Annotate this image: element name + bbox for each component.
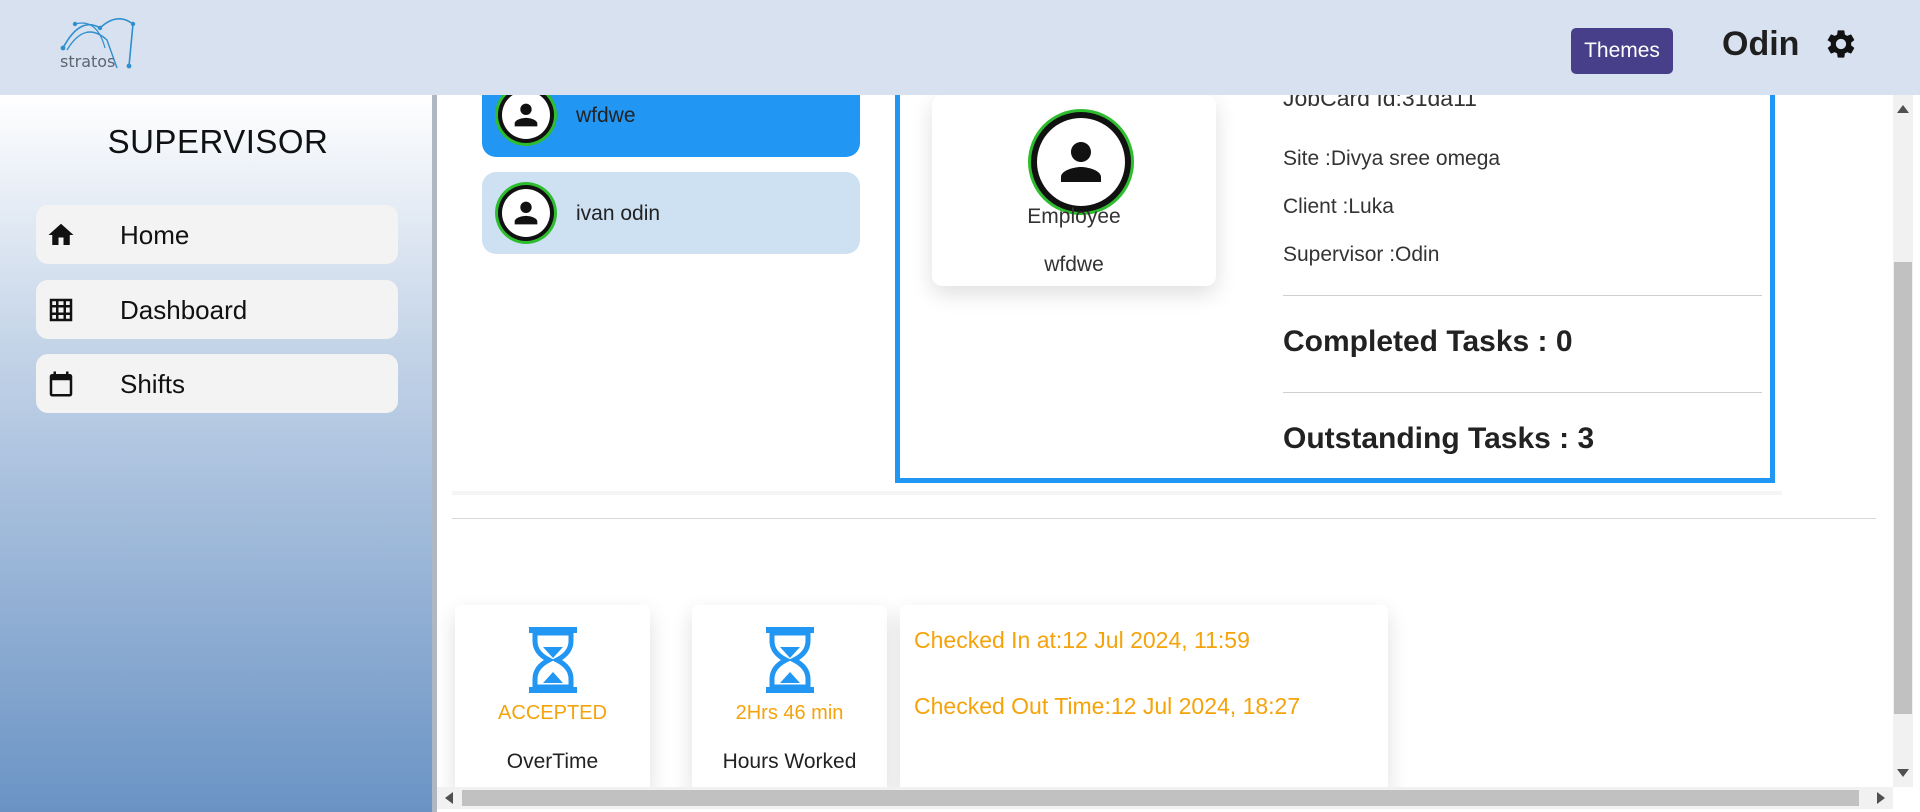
divider	[1283, 295, 1762, 296]
scroll-down-icon[interactable]	[1897, 769, 1909, 777]
checked-in-text: Checked In at:12 Jul 2024, 11:59	[914, 627, 1250, 653]
horizontal-scrollbar[interactable]	[437, 787, 1893, 809]
hourglass-icon	[766, 627, 814, 693]
sidebar-item-shifts[interactable]: Shifts	[36, 354, 398, 413]
employee-card-active[interactable]: wfdwe	[482, 95, 860, 157]
person-icon	[514, 201, 538, 225]
calendar-icon	[49, 371, 73, 397]
sidebar-item-label: Shifts	[120, 369, 186, 399]
completed-tasks: Completed Tasks : 0	[1283, 325, 1573, 358]
sidebar-item-home[interactable]: Home	[36, 205, 398, 264]
hours-worked-card: 2Hrs 46 min Hours Worked	[692, 605, 887, 787]
person-icon	[514, 103, 538, 127]
sidebar-item-label: Home	[120, 220, 190, 250]
home-icon	[48, 223, 74, 245]
overtime-label: OverTime	[506, 750, 599, 773]
jobcard-panel: wfdwe ivan odin Employee wfdwe JobCard I…	[452, 95, 1782, 495]
site-text: Site :Divya sree omega	[1283, 147, 1501, 170]
hourglass-icon	[529, 627, 577, 693]
client-text: Client :Luka	[1283, 195, 1394, 218]
logo-text: stratos	[60, 52, 116, 71]
sidebar-item-dashboard[interactable]: Dashboard	[36, 280, 398, 339]
employee-name: ivan odin	[576, 202, 661, 225]
avatar	[1031, 112, 1131, 212]
person-icon	[1061, 142, 1101, 182]
divider	[1283, 392, 1762, 393]
overtime-status: ACCEPTED	[498, 702, 607, 724]
top-header: stratos Themes Odin	[0, 0, 1920, 95]
grid-icon	[49, 298, 73, 322]
hours-worked-value: 2Hrs 46 min	[735, 702, 844, 724]
avatar	[498, 95, 554, 143]
gear-icon[interactable]	[1824, 27, 1858, 61]
employee-name: wfdwe	[576, 104, 636, 127]
scroll-up-icon[interactable]	[1897, 105, 1909, 113]
checked-out-text: Checked Out Time:12 Jul 2024, 18:27	[914, 693, 1301, 719]
sidebar-title: SUPERVISOR	[107, 123, 329, 160]
scroll-left-icon[interactable]	[445, 792, 453, 804]
avatar	[498, 185, 554, 241]
sidebar: SUPERVISOR Home Dashboard Shifts	[0, 95, 436, 812]
user-name[interactable]: Odin	[1722, 25, 1799, 64]
profile-name: wfdwe	[1044, 253, 1104, 276]
sidebar-item-label: Dashboard	[120, 295, 248, 325]
scroll-right-icon[interactable]	[1877, 792, 1885, 804]
outstanding-tasks: Outstanding Tasks : 3	[1283, 422, 1595, 455]
overtime-card: ACCEPTED OverTime	[455, 605, 650, 787]
scroll-thumb[interactable]	[1894, 262, 1912, 714]
hours-worked-label: Hours Worked	[722, 750, 857, 773]
employee-card[interactable]: ivan odin	[482, 172, 860, 254]
logo[interactable]: stratos	[55, 18, 140, 73]
jobcard-id: JobCard Id:31da11	[1283, 95, 1477, 111]
check-times-card: Checked In at:12 Jul 2024, 11:59 Checked…	[900, 605, 1388, 787]
supervisor-text: Supervisor :Odin	[1283, 243, 1440, 266]
themes-button[interactable]: Themes	[1571, 28, 1673, 74]
section-divider	[452, 518, 1876, 519]
scroll-thumb[interactable]	[462, 790, 1859, 806]
jobcard-panel-body: wfdwe ivan odin Employee wfdwe JobCard I…	[452, 95, 1782, 491]
employee-profile-card: Employee wfdwe	[932, 95, 1216, 286]
vertical-scrollbar[interactable]	[1893, 95, 1913, 787]
profile-role: Employee	[1027, 205, 1121, 228]
main-content: wfdwe ivan odin Employee wfdwe JobCard I…	[437, 95, 1893, 787]
